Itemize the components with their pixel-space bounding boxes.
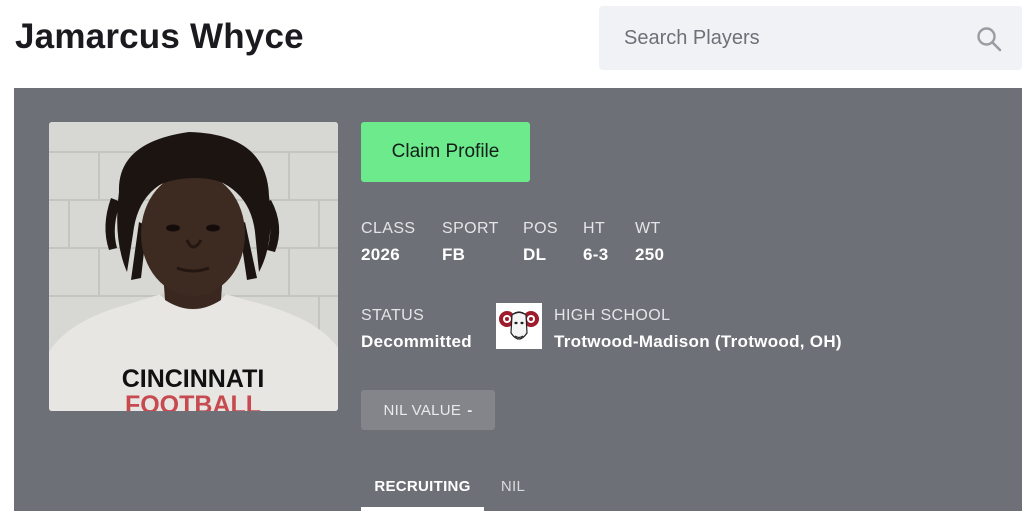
high-school: HIGH SCHOOL Trotwood-Madison (Trotwood, … [554,306,842,352]
player-profile-page: Jamarcus Whyce Search Players CINCINNATI… [0,0,1024,511]
shirt-text-cincinnati: CINCINNATI [122,365,265,393]
search-bar[interactable] [599,6,1022,70]
status-label: STATUS [361,307,425,324]
claim-profile-button[interactable]: Claim Profile [361,122,530,182]
stat-weight: WT 250 [635,219,664,265]
stat-position-label: POS [523,220,558,237]
stat-class-value: 2026 [361,245,401,264]
stat-height-label: HT [583,220,606,237]
search-input[interactable] [599,6,959,70]
stat-height: HT 6-3 [583,219,608,265]
stat-class-label: CLASS [361,220,416,237]
player-photo: CINCINNATI FOOTBALL [49,122,338,411]
nil-value-button[interactable]: NIL VALUE - [361,390,495,430]
search-icon[interactable] [976,26,1002,52]
tab-recruiting[interactable]: RECRUITING [361,474,484,511]
status: STATUS Decommitted [361,306,472,352]
shirt-text-football: FOOTBALL [125,391,261,411]
stat-sport-value: FB [442,245,466,264]
profile-card: CINCINNATI FOOTBALL Claim Profile CLASS … [14,88,1022,511]
high-school-label: HIGH SCHOOL [554,307,671,324]
stat-height-value: 6-3 [583,245,609,264]
stat-class: CLASS 2026 [361,219,415,265]
nil-value-label: NIL VALUE [383,401,462,419]
stat-weight-label: WT [635,220,661,237]
status-value: Decommitted [361,332,472,351]
tab-nil[interactable]: NIL [492,474,534,511]
ram-mascot-icon[interactable] [496,303,542,349]
nil-value-amount: - [467,401,473,419]
stat-sport: SPORT FB [442,219,499,265]
high-school-value[interactable]: Trotwood-Madison (Trotwood, OH) [554,332,842,352]
stat-position-value: DL [523,245,547,264]
player-name: Jamarcus Whyce [15,17,304,56]
stat-sport-label: SPORT [442,220,499,237]
stat-position: POS DL [523,219,558,265]
player-photo-image: CINCINNATI FOOTBALL [49,122,338,411]
stat-weight-value: 250 [635,245,665,264]
